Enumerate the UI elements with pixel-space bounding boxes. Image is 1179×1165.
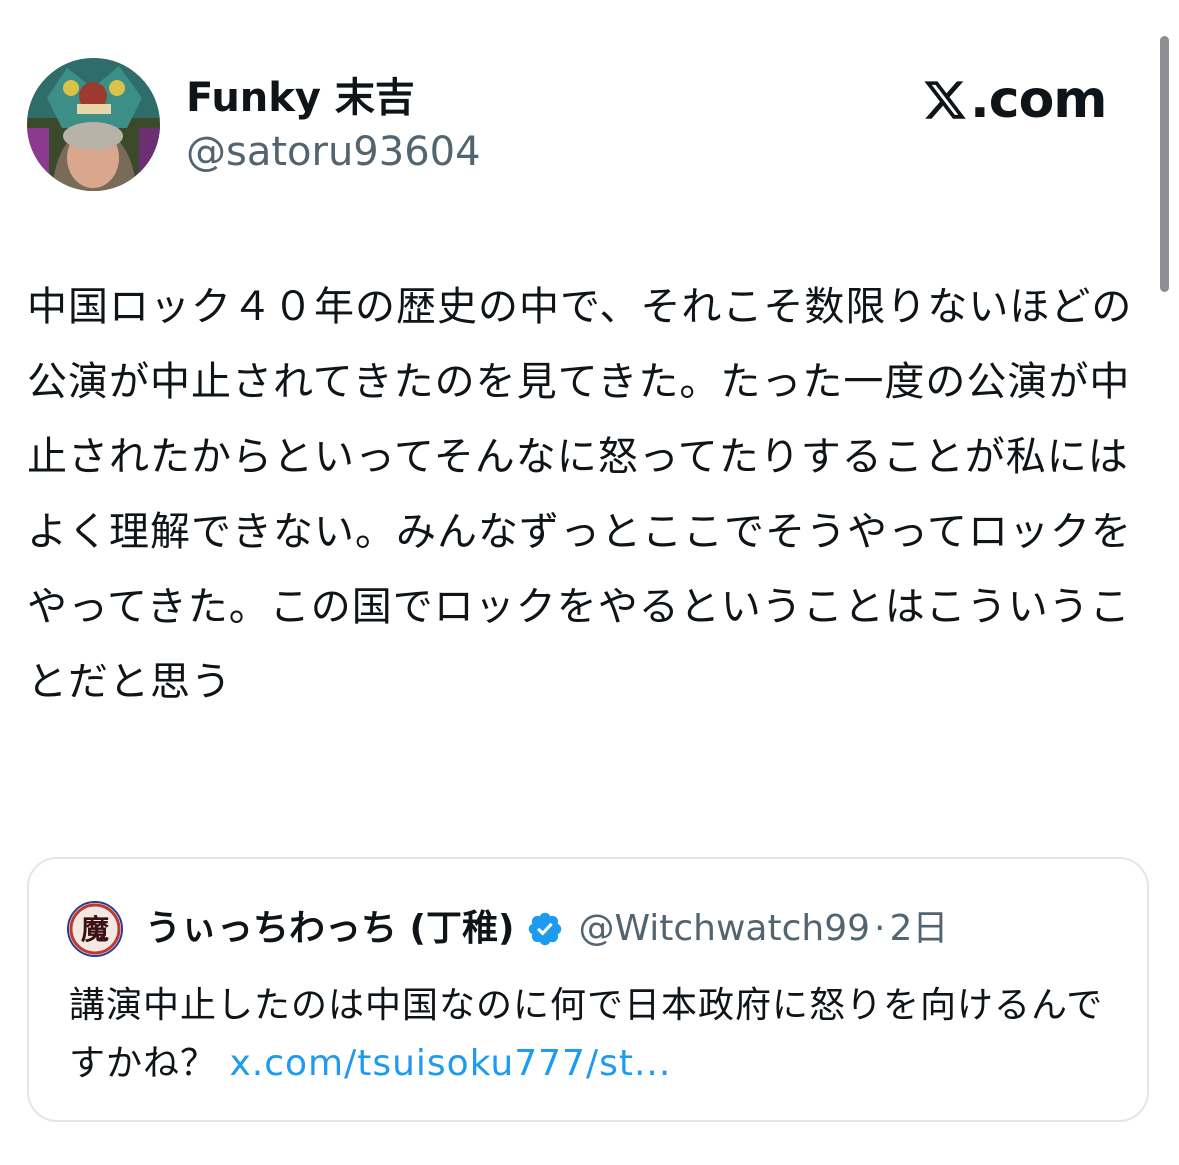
quote-handle[interactable]: @Witchwatch99	[578, 907, 870, 951]
quote-display-name[interactable]: うぃっちわっち (丁稚)	[145, 907, 514, 951]
quote-text: 講演中止したのは中国なのに何で日本政府に怒りを向けるんですかね？ x.com/t…	[69, 977, 1109, 1093]
author-display-name[interactable]: Funky 末吉	[186, 74, 415, 122]
x-logo-icon	[924, 81, 966, 119]
tweet-text: 中国ロック４０年の歴史の中で、それこそ数限りないほどの公演が中止されてきたのを見…	[27, 284, 1133, 705]
x-brand-link: .com	[922, 70, 1107, 130]
user-avatar-photo-icon	[27, 58, 160, 191]
quote-link[interactable]: x.com/tsuisoku777/st...	[229, 1043, 671, 1084]
author-handle[interactable]: @satoru93604	[186, 128, 481, 176]
scrollbar[interactable]	[1160, 36, 1169, 292]
verified-badge-icon	[529, 912, 562, 946]
quoted-tweet-card[interactable]: 魔 うぃっちわっち (丁稚) @Witchwatch99 · 2日 講演中止した…	[27, 857, 1149, 1122]
author-avatar[interactable]	[27, 58, 160, 191]
quote-separator: ·	[874, 908, 886, 949]
quoted-tweet-header: 魔 うぃっちわっち (丁稚) @Witchwatch99 · 2日	[67, 901, 948, 957]
demon-kanji-avatar-icon[interactable]: 魔	[67, 901, 123, 957]
brand-domain-text: .com	[970, 70, 1107, 130]
quote-timestamp[interactable]: 2日	[889, 907, 948, 951]
quote-avatar-glyph: 魔	[81, 913, 109, 946]
